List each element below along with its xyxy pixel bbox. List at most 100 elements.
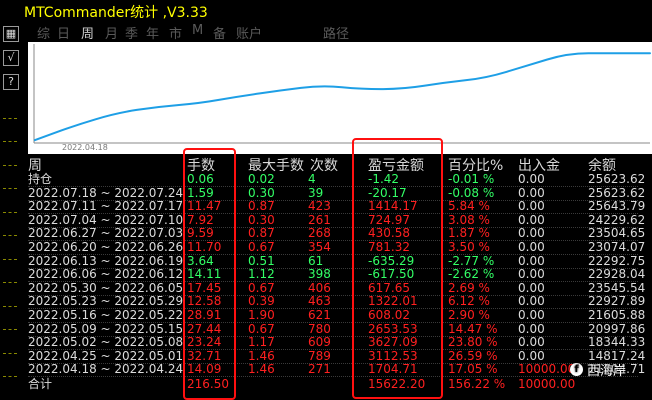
cell-inout: 0.00 [518,212,545,227]
equity-chart: 2022.04.18 [28,42,652,154]
cell-week: 持仓 [28,172,53,186]
cell-count: 398 [308,267,331,282]
side-tick-11 [3,376,17,377]
cell-week: 2022.06.20 ~ 2022.06.26 [28,240,184,254]
side-tick-5 [3,235,17,236]
tab-period-3[interactable]: 月 [105,23,118,42]
cell-percent: 1.87 % [448,226,490,241]
cell-percent: 17.05 % [448,362,498,377]
watermark: f 西海岸 [570,359,626,379]
cell-balance: 18344.33 [588,335,646,350]
cell-inout: 0.00 [518,253,545,268]
side-tick-2 [3,165,17,166]
cell-week: 2022.07.04 ~ 2022.07.10 [28,212,184,227]
cell-count: 4 [308,172,316,186]
tab-period-10[interactable]: 路径 [323,23,349,42]
help-icon[interactable]: ? [3,74,19,90]
highlight-lots-column [183,148,236,400]
cell-inout: 10000.00 [518,362,576,377]
cell-count: 261 [308,212,331,227]
tab-period-5[interactable]: 年 [146,23,159,42]
tab-period-4[interactable]: 季 [125,23,138,42]
chart-start-date-label: 2022.04.18 [62,143,108,152]
cell-max-lots: 0.87 [248,199,275,214]
cell-week: 2022.05.30 ~ 2022.06.05 [28,280,184,295]
cell-balance: 25623.62 [588,172,646,186]
check-icon[interactable]: √ [3,50,19,66]
cell-max-lots: 0.30 [248,212,275,227]
cell-max-lots: 0.87 [248,226,275,241]
cell-week: 2022.06.06 ~ 2022.06.12 [28,267,184,282]
social-logo-icon: f [570,362,583,376]
cell-count: 621 [308,308,331,322]
cell-percent: 3.08 % [448,212,490,227]
cell-week: 2022.04.25 ~ 2022.05.01 [28,348,184,363]
cell-week: 2022.06.13 ~ 2022.06.19 [28,253,184,268]
tab-period-8[interactable]: 备 [213,23,226,42]
side-tick-0 [3,118,17,119]
side-tick-8 [3,306,17,307]
cell-week: 2022.05.16 ~ 2022.05.22 [28,308,184,322]
cell-count: 39 [308,185,324,200]
cell-inout: 0.00 [518,348,545,363]
cell-inout: 0.00 [518,226,545,241]
cell-count: 61 [308,253,324,268]
side-tick-9 [3,329,17,330]
cell-balance: 25623.62 [588,185,646,200]
cell-inout: 0.00 [518,308,545,322]
cell-balance: 23074.07 [588,240,646,254]
cell-week: 2022.05.23 ~ 2022.05.29 [28,294,184,309]
cell-max-lots: 0.02 [248,172,275,186]
cell-percent: 3.50 % [448,240,490,254]
cell-balance: 22928.04 [588,267,646,282]
tab-period-9[interactable]: 账户 [236,23,262,42]
cell-inout: 0.00 [518,172,545,186]
cell-max-lots: 1.12 [248,267,275,282]
cell-max-lots: 0.67 [248,240,275,254]
cell-count: 463 [308,294,331,309]
cell-max-lots: 0.51 [248,253,275,268]
cell-max-lots: 0.67 [248,280,275,295]
cell-week: 2022.05.02 ~ 2022.05.08 [28,335,184,350]
cell-week: 2022.05.09 ~ 2022.05.15 [28,321,184,336]
cell-inout: 0.00 [518,294,545,309]
tab-period-1[interactable]: 日 [57,23,70,42]
tab-period-2[interactable]: 周 [81,23,94,42]
cell-count: 271 [308,362,331,377]
cell-percent: 2.69 % [448,280,490,295]
cell-balance: 20997.86 [588,321,646,336]
side-tick-7 [3,282,17,283]
cell-max-lots: 1.90 [248,308,275,322]
cell-max-lots: 1.46 [248,348,275,363]
window-title: MTCommander统计 ,V3.33 [24,5,208,21]
total-inout: 10000.00 [518,377,576,391]
chart-background [28,42,652,154]
cell-percent: 23.80 % [448,335,498,350]
title-bar: MTCommander统计 ,V3.33 [0,0,652,22]
side-tick-6 [3,259,17,260]
tab-period-6[interactable]: 市 [169,23,182,42]
cell-percent: -0.08 % [448,185,495,200]
cell-count: 423 [308,199,331,214]
cell-week: 2022.04.18 ~ 2022.04.24 [28,362,184,377]
cell-count: 780 [308,321,331,336]
cell-max-lots: 0.67 [248,321,275,336]
tab-period-7[interactable]: M [192,23,203,38]
side-tick-4 [3,212,17,213]
tab-period-0[interactable]: 综 [37,23,50,42]
cell-inout: 0.00 [518,185,545,200]
cell-week: 2022.06.27 ~ 2022.07.03 [28,226,184,241]
cell-percent: -2.77 % [448,253,495,268]
watermark-text: 西海岸 [587,363,627,379]
cell-count: 609 [308,335,331,350]
grid-icon[interactable]: ▦ [3,26,19,42]
cell-percent: 5.84 % [448,199,490,214]
cell-balance: 25643.79 [588,199,646,214]
cell-inout: 0.00 [518,240,545,254]
cell-max-lots: 1.17 [248,335,275,350]
side-tick-3 [3,188,17,189]
cell-percent: -0.01 % [448,172,495,186]
cell-count: 406 [308,280,331,295]
total-week: 合计 [28,377,53,391]
cell-percent: 6.12 % [448,294,490,309]
